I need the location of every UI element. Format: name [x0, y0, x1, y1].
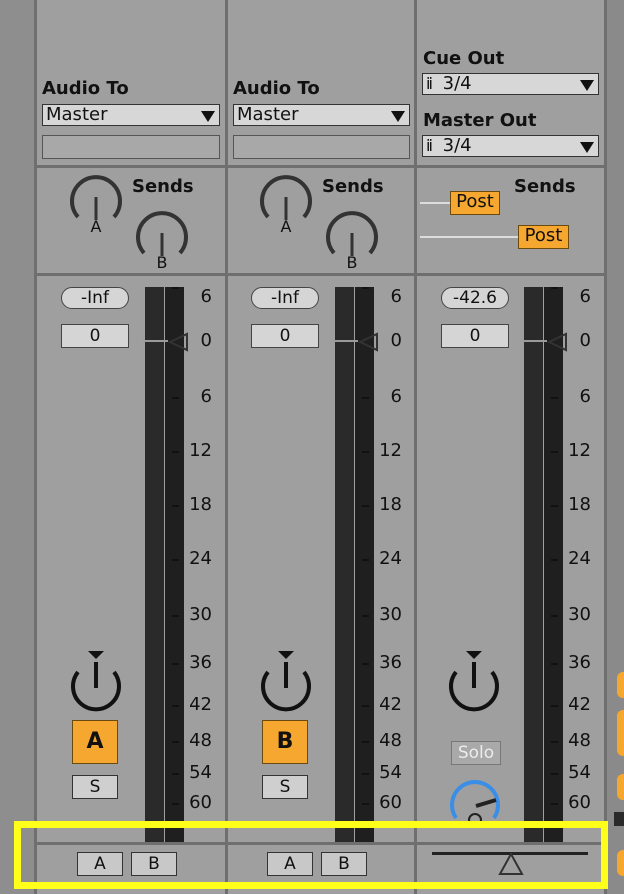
power-icon[interactable]	[64, 646, 128, 712]
master-out-dropdown[interactable]: ii 3/4	[422, 135, 599, 157]
stereo-pair-icon: ii	[426, 136, 433, 155]
power-icon[interactable]	[254, 646, 318, 712]
crossfade-section-highlight	[14, 821, 608, 889]
dropdown-arrow-icon	[580, 142, 594, 153]
scale-label: 0	[200, 330, 212, 351]
track-1-solo-button[interactable]: S	[72, 775, 118, 799]
track-2-solo-button[interactable]: S	[262, 775, 308, 799]
track-1-volume-field[interactable]: 0	[61, 324, 129, 348]
track-2-activator-button[interactable]: B	[262, 720, 308, 764]
master-volume-line	[522, 340, 547, 342]
master-out-value: 3/4	[442, 135, 472, 156]
track-2-output-value: Master	[237, 104, 299, 125]
track-1-output-label: Audio To	[42, 78, 129, 99]
master-meter-left	[524, 287, 543, 842]
master-peak-display[interactable]: -42.6	[441, 287, 509, 309]
scale-label: 6	[390, 286, 402, 307]
track-2-send-a-knob[interactable]: A	[256, 172, 316, 234]
track-1-send-b-letter: B	[157, 253, 168, 270]
master-volume-field[interactable]: 0	[441, 324, 509, 348]
track-2-send-b-letter: B	[347, 253, 358, 270]
scale-label: 6	[200, 286, 212, 307]
track-1-peak-display[interactable]: -Inf	[61, 287, 129, 309]
offscreen-button-edge[interactable]	[617, 774, 624, 800]
track-2-meter-left	[335, 287, 354, 842]
stereo-pair-icon: ii	[426, 74, 433, 93]
track-2-send-a-letter: A	[281, 217, 292, 234]
cue-out-dropdown[interactable]: ii 3/4	[422, 73, 599, 95]
track-1-send-a-letter: A	[91, 217, 102, 234]
cue-out-value: 3/4	[442, 73, 472, 94]
master-out-label: Master Out	[423, 110, 537, 131]
scale-label: 0	[579, 330, 591, 351]
track-2-volume-line	[333, 340, 358, 342]
track-2-output-dropdown[interactable]: Master	[233, 104, 410, 126]
track-1-send-b-knob[interactable]: B	[132, 208, 192, 270]
track-1-output-channel-dropdown[interactable]	[42, 135, 220, 159]
offscreen-button-edge[interactable]	[617, 710, 624, 756]
track-1-meter-left	[145, 287, 164, 842]
scale-label: 0	[390, 330, 402, 351]
master-sends-label: Sends	[514, 176, 576, 197]
power-icon[interactable]	[442, 646, 506, 712]
track-2-volume-field[interactable]: 0	[251, 324, 319, 348]
cue-volume-knob[interactable]	[446, 774, 504, 826]
offscreen-button-edge[interactable]	[617, 850, 624, 876]
post-button-a[interactable]: Post	[450, 191, 500, 215]
track-2-send-b-knob[interactable]: B	[322, 208, 382, 270]
track-2-peak-display[interactable]: -Inf	[251, 287, 319, 309]
offscreen-button-edge[interactable]	[617, 672, 624, 698]
dropdown-arrow-icon	[391, 111, 405, 122]
track-2-output-label: Audio To	[233, 78, 320, 99]
scale-label: 6	[579, 286, 591, 307]
dropdown-arrow-icon	[201, 111, 215, 122]
master-solo-button[interactable]: Solo	[451, 741, 501, 765]
post-line-b	[420, 236, 518, 238]
track-2-output-channel-dropdown[interactable]	[233, 135, 410, 159]
post-button-b[interactable]: Post	[518, 225, 569, 249]
offscreen-edge	[614, 812, 624, 826]
track-1-volume-line	[143, 340, 168, 342]
track-1-send-a-knob[interactable]: A	[66, 172, 126, 234]
post-line-a	[420, 202, 450, 204]
track-1-output-dropdown[interactable]: Master	[42, 104, 220, 126]
track-1-output-value: Master	[46, 104, 108, 125]
cue-out-label: Cue Out	[423, 48, 505, 69]
track-1-sends-label: Sends	[132, 176, 194, 197]
dropdown-arrow-icon	[580, 80, 594, 91]
track-1-activator-button[interactable]: A	[72, 720, 118, 764]
track-2-sends-label: Sends	[322, 176, 384, 197]
